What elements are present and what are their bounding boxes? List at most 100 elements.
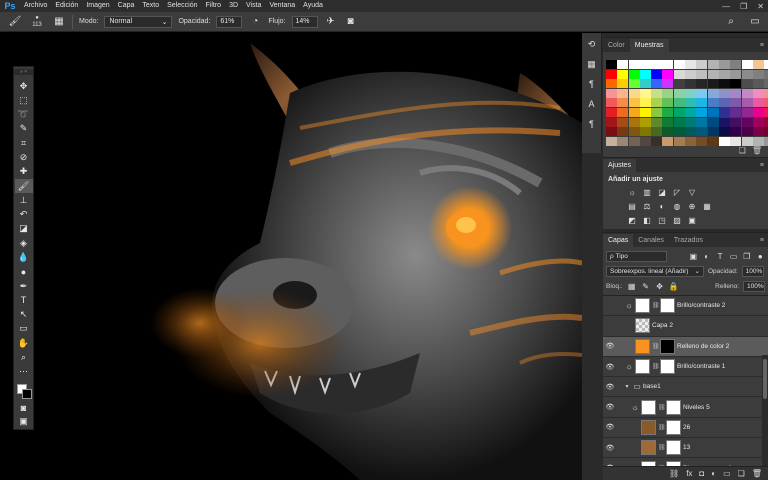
swatch[interactable] — [628, 117, 640, 127]
clone-stamp-tool-icon[interactable]: ⊥ — [15, 193, 33, 207]
swatch[interactable] — [673, 117, 685, 127]
swatch[interactable] — [628, 127, 640, 137]
dodge-tool-icon[interactable]: ● — [15, 265, 33, 279]
shape-tool-icon[interactable]: ▭ — [15, 322, 33, 336]
invert-icon[interactable]: ◩ — [627, 215, 637, 225]
layer-mask-thumbnail[interactable] — [660, 359, 675, 375]
layer-mask-thumbnail[interactable] — [660, 338, 675, 354]
swatch[interactable] — [639, 79, 651, 89]
swatch[interactable] — [651, 127, 663, 137]
swatch[interactable] — [707, 60, 719, 69]
brush-presets-icon[interactable]: ▦ — [585, 57, 599, 71]
layer-thumbnail[interactable] — [641, 399, 656, 415]
swatch[interactable] — [662, 88, 674, 98]
layer-mask-thumbnail[interactable] — [666, 440, 681, 456]
swatch[interactable] — [696, 117, 708, 127]
mask-link-icon[interactable]: ⛓ — [652, 343, 660, 350]
swatch[interactable] — [685, 98, 697, 108]
swatch[interactable] — [730, 79, 742, 89]
history-icon[interactable]: ⟲ — [585, 37, 599, 51]
delete-layer-icon[interactable]: 🗑 — [752, 469, 762, 478]
workspace-icon[interactable]: ▭ — [748, 15, 762, 29]
swatch[interactable] — [606, 136, 617, 146]
color-swatches[interactable] — [15, 382, 33, 401]
close-icon[interactable]: ✕ — [757, 2, 764, 11]
swatch[interactable] — [707, 79, 719, 89]
menu-archivo[interactable]: Archivo — [20, 0, 51, 12]
curves-icon[interactable]: ◪ — [657, 187, 667, 197]
hand-tool-icon[interactable]: ✋ — [15, 336, 33, 350]
filter-adjust-icon[interactable]: ◐ — [702, 252, 711, 261]
tab-canales[interactable]: Canales — [633, 234, 669, 247]
swatch[interactable] — [662, 127, 674, 137]
exposure-icon[interactable]: ◸ — [672, 187, 682, 197]
swatch[interactable] — [764, 127, 768, 137]
swatch[interactable] — [752, 127, 764, 137]
tab-ajustes[interactable]: Ajustes — [603, 159, 636, 172]
layers-scrollbar-thumb[interactable] — [763, 359, 767, 399]
add-mask-icon[interactable]: ◘ — [699, 469, 704, 478]
swatch[interactable] — [707, 98, 719, 108]
swatch[interactable] — [707, 107, 719, 117]
pen-tool-icon[interactable]: ✒ — [15, 279, 33, 293]
swatch[interactable] — [639, 98, 651, 108]
layer-mask-thumbnail[interactable] — [666, 399, 681, 415]
tab-trazados[interactable]: Trazados — [669, 234, 708, 247]
swatch[interactable] — [718, 60, 730, 69]
lock-all-icon[interactable]: 🔒 — [669, 282, 679, 291]
panel-menu-icon[interactable]: ≡ — [760, 159, 768, 172]
layer-filter-select[interactable]: ρ Tipo — [606, 250, 667, 262]
swatch[interactable] — [628, 69, 640, 79]
airbrush-icon[interactable]: ✈ — [324, 15, 338, 29]
opacidad-field[interactable]: 61% — [216, 15, 243, 28]
eyedropper-tool-icon[interactable]: ⊘ — [15, 150, 33, 164]
layer-row[interactable]: 👁 ☼ ⛓ Niveles 5 — [603, 397, 768, 418]
swatch[interactable] — [696, 79, 708, 89]
swatch[interactable] — [639, 69, 651, 79]
link-layers-icon[interactable]: ⛓ — [669, 469, 679, 478]
swatch[interactable] — [662, 107, 674, 117]
swatch[interactable] — [606, 127, 617, 137]
tab-muestras[interactable]: Muestras — [629, 39, 669, 52]
swatch[interactable] — [741, 136, 753, 146]
visibility-eye-icon[interactable]: 👁 — [603, 403, 617, 411]
layers-scrollbar[interactable] — [762, 355, 768, 469]
swatch[interactable] — [617, 88, 629, 98]
menu-filtro[interactable]: Filtro — [202, 0, 226, 12]
properties-icon[interactable]: ¶ — [585, 117, 599, 131]
new-adjustment-icon[interactable]: ◐ — [711, 469, 716, 478]
swatch[interactable] — [764, 98, 768, 108]
gradient-map-icon[interactable]: ▨ — [672, 215, 682, 225]
layer-thumbnail[interactable] — [641, 419, 656, 435]
mask-link-icon[interactable]: ⛓ — [658, 444, 666, 451]
eraser-tool-icon[interactable]: ◪ — [15, 222, 33, 236]
swatch[interactable] — [707, 127, 719, 137]
visibility-eye-icon[interactable]: 👁 — [603, 363, 617, 371]
tools-panel-header[interactable]: » × — [14, 69, 33, 75]
history-brush-tool-icon[interactable]: ↶ — [15, 208, 33, 222]
swatch[interactable] — [639, 88, 651, 98]
swatch[interactable] — [628, 98, 640, 108]
swatch[interactable] — [752, 69, 764, 79]
document-canvas[interactable] — [0, 33, 582, 480]
filter-shape-icon[interactable]: ▭ — [729, 252, 738, 261]
swatch[interactable] — [685, 88, 697, 98]
swatch[interactable] — [685, 127, 697, 137]
swatch[interactable] — [639, 127, 651, 137]
swatch[interactable] — [628, 136, 640, 146]
fill-field[interactable]: 100% — [743, 280, 765, 292]
paragraph-icon[interactable]: ¶ — [585, 77, 599, 91]
swatch[interactable] — [741, 60, 753, 69]
swatch[interactable] — [606, 69, 617, 79]
brush-tool-icon[interactable]: 🖌 — [14, 178, 33, 194]
swatch[interactable] — [606, 117, 617, 127]
swatch[interactable] — [673, 127, 685, 137]
healing-brush-tool-icon[interactable]: ✚ — [15, 165, 33, 179]
character-icon[interactable]: A — [585, 97, 599, 111]
tab-capas[interactable]: Capas — [603, 234, 634, 247]
swatch[interactable] — [651, 60, 663, 69]
menu-edicion[interactable]: Edición — [51, 0, 82, 12]
color-balance-icon[interactable]: ⚖ — [642, 201, 652, 211]
blend-mode-select[interactable]: Sobreexpos. lineal (Añadir) ⌄ — [606, 265, 704, 277]
swatch[interactable] — [662, 69, 674, 79]
